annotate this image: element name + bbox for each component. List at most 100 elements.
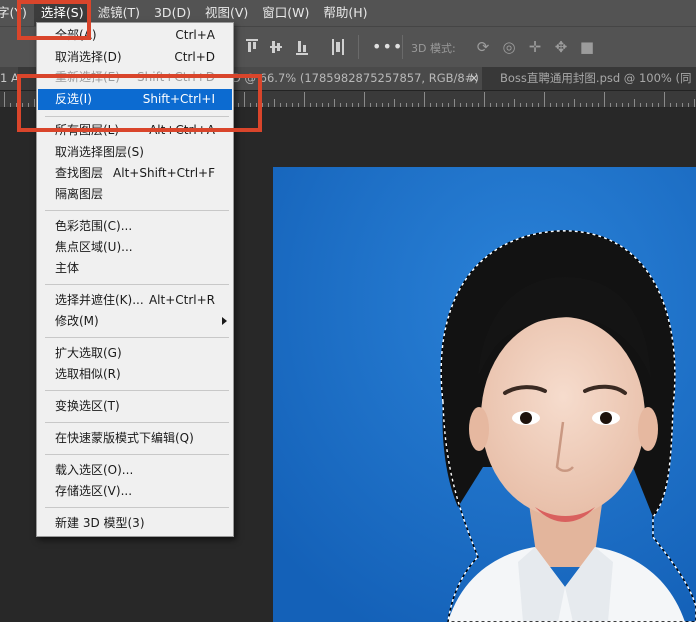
menu-help[interactable]: 帮助(H) bbox=[316, 0, 374, 26]
menu-separator bbox=[45, 337, 229, 338]
3d-roll-icon[interactable]: ◎ bbox=[500, 38, 518, 56]
ruler-tick bbox=[538, 103, 539, 107]
menu-item-focus-area[interactable]: 焦点区域(U)... bbox=[38, 237, 232, 258]
menu-item-deselect-layers[interactable]: 取消选择图层(S) bbox=[38, 142, 232, 163]
menu-item-label: 色彩范围(C)... bbox=[55, 219, 133, 233]
ruler-tick bbox=[598, 103, 599, 107]
3d-camera-icon[interactable]: ■ bbox=[578, 38, 596, 56]
menu-item-modify[interactable]: 修改(M) bbox=[38, 311, 232, 332]
ruler-tick bbox=[460, 103, 461, 107]
menu-item-new-3d-model[interactable]: 新建 3D 模型(3) bbox=[38, 513, 232, 534]
menu-item-label: 新建 3D 模型(3) bbox=[55, 516, 145, 530]
menu-item-deselect[interactable]: 取消选择(D) Ctrl+D bbox=[38, 47, 232, 68]
ruler-tick bbox=[280, 103, 281, 107]
ruler-tick bbox=[544, 92, 545, 107]
ruler-tick bbox=[388, 103, 389, 107]
ruler-tick bbox=[508, 103, 509, 107]
ruler-tick bbox=[502, 103, 503, 107]
menu-item-shortcut: Ctrl+D bbox=[174, 50, 215, 64]
menu-item-shortcut: Alt+Shift+Ctrl+F bbox=[113, 166, 215, 180]
tab-document-3[interactable]: Boss直聘通用封图.psd @ 100% (同 bbox=[498, 67, 696, 90]
ruler-tick bbox=[448, 103, 449, 107]
3d-orbit-icon[interactable]: ⟳ bbox=[474, 38, 492, 56]
menu-item-label: 存储选区(V)... bbox=[55, 484, 133, 498]
3d-slide-icon[interactable]: ✥ bbox=[552, 38, 570, 56]
ruler-tick bbox=[334, 99, 335, 107]
ruler-tick bbox=[292, 103, 293, 107]
menu-item-subject[interactable]: 主体 bbox=[38, 258, 232, 279]
ruler-tick bbox=[454, 99, 455, 107]
ruler-tick bbox=[556, 103, 557, 107]
ruler-tick bbox=[478, 103, 479, 107]
menu-item-transform-selection[interactable]: 变换选区(T) bbox=[38, 396, 232, 417]
menu-item-color-range[interactable]: 色彩范围(C)... bbox=[38, 216, 232, 237]
menu-item-similar[interactable]: 选取相似(R) bbox=[38, 364, 232, 385]
annotation-box-select-menu bbox=[17, 0, 91, 40]
ruler-tick bbox=[622, 103, 623, 107]
menu-item-select-and-mask[interactable]: 选择并遮住(K)... Alt+Ctrl+R bbox=[38, 290, 232, 311]
align-vertical-center-icon[interactable] bbox=[270, 39, 282, 55]
ruler-tick bbox=[592, 103, 593, 107]
menu-item-label: 选取相似(R) bbox=[55, 367, 121, 381]
align-top-icon[interactable] bbox=[246, 39, 258, 55]
options-separator bbox=[402, 35, 403, 59]
menu-item-grow[interactable]: 扩大选取(G) bbox=[38, 343, 232, 364]
menu-item-label: 焦点区域(U)... bbox=[55, 240, 133, 254]
3d-pan-icon[interactable]: ✛ bbox=[526, 38, 544, 56]
ruler-tick bbox=[562, 103, 563, 107]
ruler-tick bbox=[364, 92, 365, 107]
ruler-tick bbox=[688, 103, 689, 107]
ruler-tick bbox=[676, 103, 677, 107]
menu-separator bbox=[45, 284, 229, 285]
ruler-tick bbox=[10, 103, 11, 107]
menu-window[interactable]: 窗口(W) bbox=[255, 0, 316, 26]
ruler-tick bbox=[616, 103, 617, 107]
ruler-tick bbox=[436, 103, 437, 107]
menu-item-label: 隔离图层 bbox=[55, 187, 104, 201]
distribute-icon[interactable] bbox=[332, 39, 344, 55]
ruler-tick bbox=[550, 103, 551, 107]
menu-item-shortcut: Alt+Ctrl+R bbox=[148, 293, 215, 307]
menu-item-label: 选择并遮住(K)... bbox=[55, 293, 144, 307]
ruler-tick bbox=[418, 103, 419, 107]
menu-separator bbox=[45, 507, 229, 508]
menu-item-quick-mask[interactable]: 在快速蒙版模式下编辑(Q) bbox=[38, 428, 232, 449]
menu-separator bbox=[45, 210, 229, 211]
ruler-tick bbox=[652, 103, 653, 107]
tab-document-2[interactable]: D @ 66.7% (1785982875257857, RGB/8#) * bbox=[232, 67, 482, 90]
menu-separator bbox=[45, 422, 229, 423]
menu-item-label: 取消选择图层(S) bbox=[55, 145, 144, 159]
ruler-tick bbox=[580, 103, 581, 107]
tab-close-icon[interactable]: × bbox=[469, 71, 479, 85]
ruler-tick bbox=[316, 103, 317, 107]
ruler-tick bbox=[310, 103, 311, 107]
menu-item-load-selection[interactable]: 载入选区(O)... bbox=[38, 460, 232, 481]
ruler-tick bbox=[574, 99, 575, 107]
ruler-tick bbox=[400, 103, 401, 107]
menu-item-isolate-layers[interactable]: 隔离图层 bbox=[38, 184, 232, 205]
ruler-tick bbox=[358, 103, 359, 107]
menu-item-label: 载入选区(O)... bbox=[55, 463, 134, 477]
ruler-tick bbox=[268, 103, 269, 107]
menu-item-save-selection[interactable]: 存储选区(V)... bbox=[38, 481, 232, 502]
document-image[interactable] bbox=[273, 167, 696, 622]
ruler-tick bbox=[394, 99, 395, 107]
menu-item-label: 扩大选取(G) bbox=[55, 346, 122, 360]
more-options-icon[interactable]: ••• bbox=[372, 37, 403, 56]
align-bottom-icon[interactable] bbox=[296, 39, 308, 55]
ruler-tick bbox=[520, 103, 521, 107]
ruler-tick bbox=[274, 99, 275, 107]
menu-item-find-layers[interactable]: 查找图层 Alt+Shift+Ctrl+F bbox=[38, 163, 232, 184]
ruler-tick bbox=[442, 103, 443, 107]
ruler-tick bbox=[370, 103, 371, 107]
ruler-tick bbox=[406, 103, 407, 107]
ruler-tick bbox=[472, 103, 473, 107]
ruler-tick bbox=[286, 103, 287, 107]
ruler-tick bbox=[340, 103, 341, 107]
ruler-tick bbox=[586, 103, 587, 107]
menu-item-label: 变换选区(T) bbox=[55, 399, 120, 413]
ruler-tick bbox=[352, 103, 353, 107]
ruler-tick bbox=[658, 103, 659, 107]
ruler-tick bbox=[670, 103, 671, 107]
tab-document-1[interactable]: 1 A bbox=[0, 67, 18, 90]
